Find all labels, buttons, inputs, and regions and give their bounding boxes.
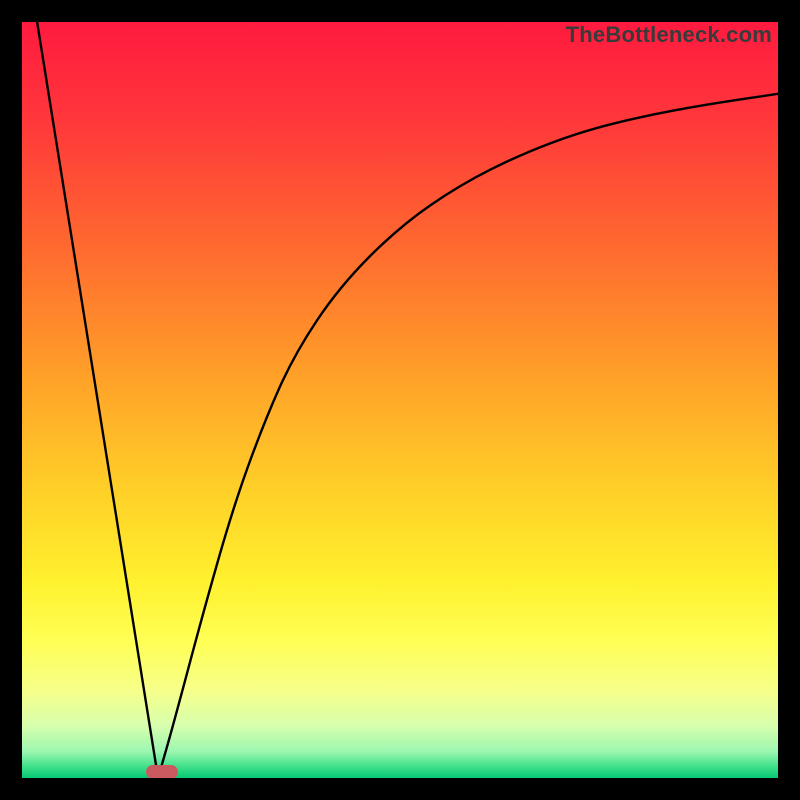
minimum-marker [146, 765, 178, 778]
chart-frame: TheBottleneck.com [0, 0, 800, 800]
bottleneck-curve [22, 22, 778, 778]
plot-area: TheBottleneck.com [22, 22, 778, 778]
